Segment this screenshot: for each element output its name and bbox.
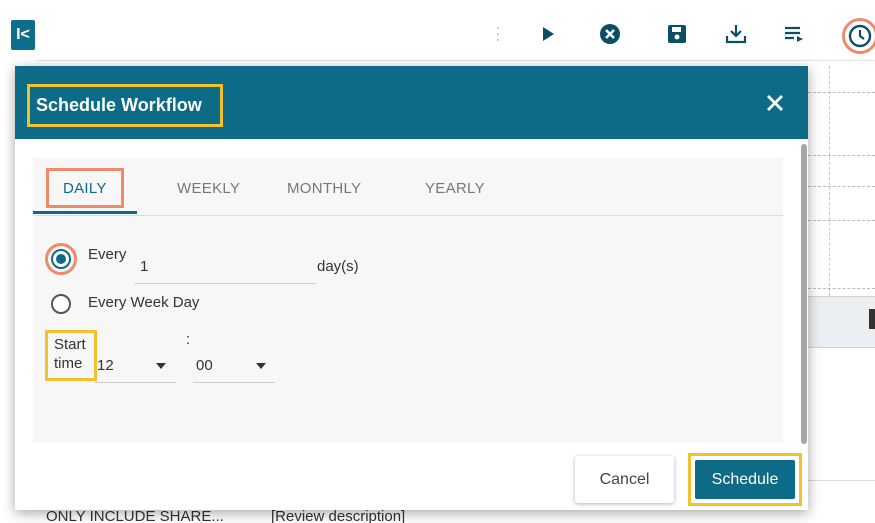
delete-icon[interactable] — [869, 309, 875, 329]
minute-select[interactable]: 00 — [193, 349, 275, 383]
collapse-panel-button[interactable]: I< — [11, 20, 35, 50]
workflow-canvas — [808, 66, 875, 296]
bottom-select[interactable]: ONLY INCLUDE SHARE... — [46, 508, 271, 523]
play-icon[interactable] — [535, 21, 561, 47]
save-icon[interactable] — [664, 21, 690, 47]
schedule-clock-button[interactable] — [842, 18, 875, 54]
stop-icon[interactable] — [597, 21, 623, 47]
canvas-guide — [808, 92, 875, 93]
divider — [808, 480, 875, 481]
start-time-label-line1: Start — [54, 336, 86, 353]
every-days-input[interactable]: 1 — [134, 248, 316, 284]
bottom-text: [Review description] — [271, 508, 406, 523]
canvas-guide — [808, 186, 875, 187]
chevron-down-icon — [156, 363, 166, 369]
canvas-guide — [808, 220, 875, 221]
drag-handle-icon: · · · — [495, 17, 501, 49]
days-unit-label: day(s) — [317, 258, 359, 275]
canvas-guide-vertical — [829, 66, 830, 296]
tab-yearly[interactable]: YEARLY — [425, 180, 485, 197]
hour-value: 12 — [97, 357, 114, 374]
schedule-button[interactable]: Schedule — [695, 460, 795, 499]
chevron-down-icon — [256, 363, 266, 369]
every-days-value: 1 — [140, 258, 149, 275]
tab-weekly[interactable]: WEEKLY — [177, 180, 240, 197]
canvas-guide — [808, 155, 875, 156]
tab-daily[interactable]: DAILY — [63, 180, 107, 197]
dialog-title: Schedule Workflow — [36, 95, 202, 115]
cancel-button[interactable]: Cancel — [575, 456, 674, 503]
every-days-radio[interactable] — [51, 249, 71, 269]
every-week-day-label: Every Week Day — [88, 294, 200, 311]
dialog-header: Schedule Workflow — [15, 66, 808, 139]
schedule-button-highlight: Schedule — [688, 453, 802, 506]
start-time-label-highlight: Start time — [45, 330, 97, 381]
hour-select[interactable]: 12 — [94, 349, 176, 383]
collapse-icon: I< — [16, 26, 30, 43]
panel-band — [808, 296, 875, 348]
time-separator: : — [186, 331, 191, 348]
schedule-workflow-dialog: Schedule Workflow DAILY WEEKLY MONTHLY Y… — [15, 66, 808, 510]
close-button[interactable] — [760, 88, 790, 118]
frequency-tabs: DAILY WEEKLY MONTHLY YEARLY — [33, 158, 783, 216]
clock-icon — [848, 24, 872, 48]
every-week-day-radio[interactable] — [51, 294, 71, 314]
tab-monthly[interactable]: MONTHLY — [287, 180, 361, 197]
active-tab-indicator — [33, 211, 137, 214]
download-icon[interactable] — [723, 21, 749, 47]
start-time-label-line2: time — [54, 355, 83, 372]
minute-value: 00 — [196, 357, 213, 374]
close-icon — [767, 95, 783, 111]
scrollbar-thumb[interactable] — [801, 144, 807, 444]
page: I< · · · ONLY INCLUDE SHARE... [Review desc… — [0, 0, 875, 523]
dialog-body: DAILY WEEKLY MONTHLY YEARLY Every 1 day(… — [33, 158, 783, 443]
list-icon[interactable] — [781, 21, 807, 47]
dialog-title-highlight: Schedule Workflow — [27, 84, 223, 127]
canvas-guide — [808, 288, 875, 289]
background-row: ONLY INCLUDE SHARE... [Review description… — [46, 508, 405, 523]
every-label: Every — [88, 246, 127, 263]
